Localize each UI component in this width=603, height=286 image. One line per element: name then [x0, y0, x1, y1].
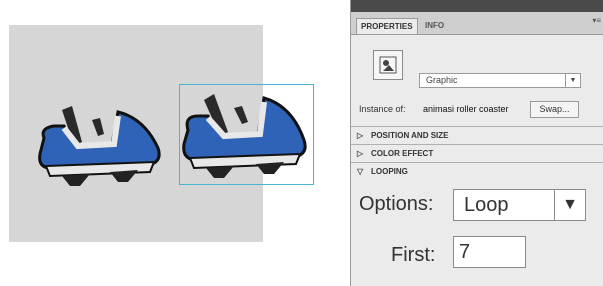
first-frame-input[interactable]: 7 [453, 236, 526, 268]
triangle-down-icon: ▼ [554, 190, 585, 220]
triangle-right-icon: ▷ [357, 131, 364, 140]
options-label: Options: [359, 193, 434, 215]
graphic-symbol-icon [373, 50, 403, 80]
section-position-and-size[interactable]: ▷ POSITION AND SIZE [351, 126, 603, 144]
triangle-right-icon: ▷ [357, 149, 364, 158]
section-color-effect[interactable]: ▷ COLOR EFFECT [351, 144, 603, 162]
tab-info[interactable]: INFO [421, 18, 448, 34]
section-label: POSITION AND SIZE [371, 131, 449, 140]
section-looping[interactable]: ▽ LOOPING [351, 162, 603, 180]
roller-coaster-car-1[interactable] [34, 98, 162, 188]
triangle-down-icon: ▼ [565, 74, 580, 87]
section-label: LOOPING [371, 167, 408, 176]
symbol-type-value: Graphic [426, 75, 458, 85]
first-frame-label: First: [391, 244, 436, 266]
triangle-down-icon: ▽ [357, 167, 364, 176]
selection-box [179, 84, 314, 185]
loop-option-value: Loop [464, 194, 509, 216]
panel-title-bar [351, 0, 603, 12]
instance-of-label: Instance of: [359, 104, 406, 114]
swap-button[interactable]: Swap... [530, 101, 579, 118]
tab-properties[interactable]: PROPERTIES [356, 18, 418, 34]
properties-panel: PROPERTIES INFO ▾≡ Graphic ▼ Instance of… [350, 0, 603, 286]
loop-options-select[interactable]: Loop ▼ [453, 189, 586, 221]
section-label: COLOR EFFECT [371, 149, 434, 158]
panel-tabs: PROPERTIES INFO ▾≡ [351, 12, 603, 35]
symbol-type-select[interactable]: Graphic ▼ [419, 73, 581, 88]
instance-name: animasi roller coaster [423, 104, 509, 114]
panel-menu-icon[interactable]: ▾≡ [592, 16, 601, 25]
